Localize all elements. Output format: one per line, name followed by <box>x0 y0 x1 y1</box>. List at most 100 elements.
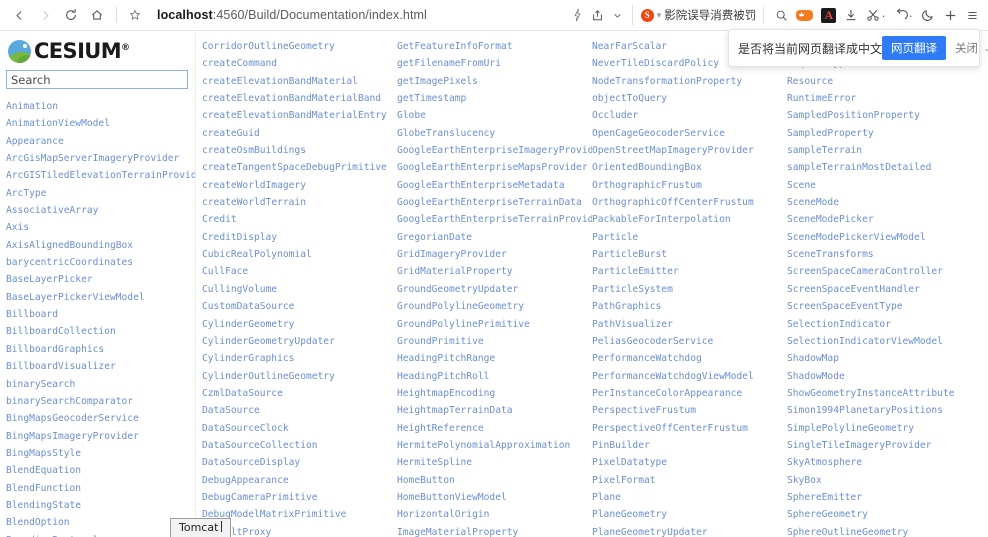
doc-item-link[interactable]: PerInstanceColorAppearance <box>592 388 742 399</box>
address-bar[interactable]: localhost:4560/Build/Documentation/index… <box>147 8 568 22</box>
back-button[interactable] <box>6 2 32 28</box>
doc-item-link[interactable]: HeadingPitchRoll <box>397 371 489 382</box>
doc-item-link[interactable]: GoogleEarthEnterpriseTerrainData <box>397 197 582 208</box>
translate-page-button[interactable]: 网页翻译 <box>882 36 947 60</box>
doc-item-link[interactable]: PerspectiveOffCenterFrustum <box>592 423 748 434</box>
bookmark-star-icon[interactable] <box>123 3 147 27</box>
doc-item-link[interactable]: PathVisualizer <box>592 319 673 330</box>
doc-item-link[interactable]: NearFarScalar <box>592 41 667 52</box>
doc-item-link[interactable]: GoogleEarthEnterpriseTerrainProvider <box>397 214 592 225</box>
doc-item-link[interactable]: ShadowMode <box>787 371 845 382</box>
doc-item-link[interactable]: createElevationBandMaterialBand <box>202 93 381 104</box>
doc-item-link[interactable]: GroundGeometryUpdater <box>397 284 518 295</box>
doc-item-link[interactable]: GoogleEarthEnterpriseMapsProvider <box>397 162 588 173</box>
doc-item-link[interactable]: PerspectiveFrustum <box>592 405 696 416</box>
doc-item-link[interactable]: HeightmapEncoding <box>397 388 495 399</box>
sidebar-item-link[interactable]: AxisAlignedBoundingBox <box>6 240 133 251</box>
doc-item-link[interactable]: getImagePixels <box>397 76 478 87</box>
doc-item-link[interactable]: OpenStreetMapImageryProvider <box>592 145 754 156</box>
sidebar-item-link[interactable]: Axis <box>6 222 29 233</box>
doc-item-link[interactable]: SelectionIndicator <box>787 319 891 330</box>
sidebar-item-link[interactable]: Appearance <box>6 136 64 147</box>
doc-item-link[interactable]: CylinderGeometryUpdater <box>202 336 335 347</box>
menu-icon[interactable] <box>962 2 982 28</box>
acrobat-pdf-icon[interactable]: A <box>817 2 840 28</box>
doc-item-link[interactable]: DataSource <box>202 405 260 416</box>
doc-item-link[interactable]: HomeButton <box>397 475 455 486</box>
doc-item-link[interactable]: createWorldImagery <box>202 180 306 191</box>
doc-item-link[interactable]: DataSourceDisplay <box>202 457 300 468</box>
doc-item-link[interactable]: ParticleSystem <box>592 284 673 295</box>
doc-item-link[interactable]: createOsmBuildings <box>202 145 306 156</box>
doc-item-link[interactable]: CorridorOutlineGeometry <box>202 41 335 52</box>
doc-item-link[interactable]: Scene <box>787 180 816 191</box>
doc-item-link[interactable]: SimplePolylineGeometry <box>787 423 914 434</box>
doc-item-link[interactable]: HomeButtonViewModel <box>397 492 507 503</box>
doc-item-link[interactable]: SphereGeometry <box>787 509 868 520</box>
doc-item-link[interactable]: DataSourceClock <box>202 423 289 434</box>
doc-item-link[interactable]: GregorianDate <box>397 232 472 243</box>
doc-item-link[interactable]: OrthographicFrustum <box>592 180 702 191</box>
doc-item-link[interactable]: ScreenSpaceCameraController <box>787 266 943 277</box>
doc-item-link[interactable]: GridMaterialProperty <box>397 266 513 277</box>
doc-item-link[interactable]: ParticleEmitter <box>592 266 679 277</box>
cesium-logo[interactable]: CESIUM® <box>8 39 195 63</box>
moon-icon[interactable] <box>917 2 939 28</box>
doc-item-link[interactable]: ScreenSpaceEventType <box>787 301 903 312</box>
sidebar-item-link[interactable]: BlendOption <box>6 517 70 528</box>
doc-item-link[interactable]: DebugCameraPrimitive <box>202 492 318 503</box>
doc-item-link[interactable]: DataSourceCollection <box>202 440 318 451</box>
doc-item-link[interactable]: Resource <box>787 76 833 87</box>
doc-item-link[interactable]: SkyAtmosphere <box>787 457 862 468</box>
doc-item-link[interactable]: PixelDatatype <box>592 457 667 468</box>
home-button[interactable] <box>84 2 110 28</box>
doc-item-link[interactable]: getTimestamp <box>397 93 466 104</box>
doc-item-link[interactable]: HeightReference <box>397 423 484 434</box>
doc-item-link[interactable]: SceneModePickerViewModel <box>787 232 926 243</box>
lightning-icon[interactable] <box>568 2 588 28</box>
tomcat-taskbar-item[interactable]: Tomcat <box>170 518 232 537</box>
sidebar-item-link[interactable]: BaseLayerPicker <box>6 274 93 285</box>
doc-item-link[interactable]: Occluder <box>592 110 638 121</box>
doc-item-link[interactable]: HeadingPitchRange <box>397 353 495 364</box>
sidebar-item-link[interactable]: barycentricCoordinates <box>6 257 133 268</box>
doc-item-link[interactable]: createTangentSpaceDebugPrimitive <box>202 162 387 173</box>
share-icon[interactable] <box>588 2 608 28</box>
doc-item-link[interactable]: PlaneGeometryUpdater <box>592 527 708 537</box>
sidebar-item-link[interactable]: BillboardGraphics <box>6 344 104 355</box>
doc-item-link[interactable]: HermiteSpline <box>397 457 472 468</box>
translate-chevron-icon[interactable]: ⌄ <box>983 43 988 54</box>
doc-item-link[interactable]: SceneModePicker <box>787 214 874 225</box>
doc-item-link[interactable]: GoogleEarthEnterpriseMetadata <box>397 180 565 191</box>
chevron-down-icon[interactable] <box>608 2 628 28</box>
doc-item-link[interactable]: createCommand <box>202 58 277 69</box>
sidebar-item-link[interactable]: Animation <box>6 101 58 112</box>
search-icon[interactable] <box>771 2 792 28</box>
doc-item-link[interactable]: GlobeTranslucency <box>397 128 495 139</box>
sidebar-item-link[interactable]: ArcType <box>6 188 46 199</box>
doc-item-link[interactable]: CylinderGeometry <box>202 319 294 330</box>
sidebar-item-link[interactable]: ArcGisMapServerImageryProvider <box>6 153 179 164</box>
sidebar-item-link[interactable]: BlendingState <box>6 500 81 511</box>
sidebar-item-link[interactable]: BlendFunction <box>6 483 81 494</box>
sidebar-item-link[interactable]: BaseLayerPickerViewModel <box>6 292 145 303</box>
forward-button[interactable] <box>32 2 58 28</box>
doc-item-link[interactable]: NeverTileDiscardPolicy <box>592 58 719 69</box>
reload-button[interactable] <box>58 2 84 28</box>
doc-item-link[interactable]: PerformanceWatchdogViewModel <box>592 371 754 382</box>
doc-item-link[interactable]: HeightmapTerrainData <box>397 405 513 416</box>
doc-item-link[interactable]: createGuid <box>202 128 260 139</box>
doc-item-link[interactable]: HorizontalOrigin <box>397 509 489 520</box>
doc-item-link[interactable]: createWorldTerrain <box>202 197 306 208</box>
doc-item-link[interactable]: CullingVolume <box>202 284 277 295</box>
search-input[interactable] <box>6 70 188 89</box>
doc-item-link[interactable]: OrthographicOffCenterFrustum <box>592 197 754 208</box>
doc-item-link[interactable]: CubicRealPolynomial <box>202 249 312 260</box>
sidebar-item-link[interactable]: binarySearchComparator <box>6 396 133 407</box>
doc-item-link[interactable]: CylinderGraphics <box>202 353 294 364</box>
doc-item-link[interactable]: PixelFormat <box>592 475 656 486</box>
sidebar-item-link[interactable]: BingMapsImageryProvider <box>6 431 139 442</box>
doc-item-link[interactable]: SphereOutlineGeometry <box>787 527 908 537</box>
doc-item-link[interactable]: SkyBox <box>787 475 822 486</box>
doc-item-link[interactable]: getFilenameFromUri <box>397 58 501 69</box>
